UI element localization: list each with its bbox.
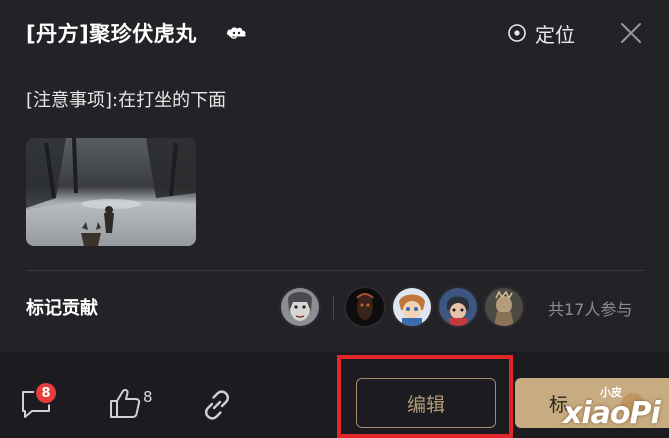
locate-pin-icon [508, 24, 526, 42]
link-icon[interactable] [200, 388, 234, 422]
locate-label: 定位 [535, 22, 575, 47]
screenshot-thumbnail[interactable] [26, 138, 196, 246]
avatar[interactable] [439, 288, 477, 326]
avatar[interactable] [281, 288, 319, 326]
avatar[interactable] [485, 288, 523, 326]
like-count: 8 [143, 388, 153, 406]
cloud-icon [226, 27, 246, 39]
comment-count-badge: 8 [36, 383, 56, 403]
avatar-separator [333, 295, 334, 319]
locate-button[interactable]: 定位 [507, 18, 575, 48]
watermark-large-text: xiaoPi [563, 396, 661, 431]
edit-button[interactable]: 编辑 [356, 378, 496, 428]
close-icon[interactable] [620, 22, 642, 44]
avatar[interactable] [346, 288, 384, 326]
thumbs-up-icon[interactable] [108, 386, 142, 420]
marker-note: [注意事项]:在打坐的下面 [26, 90, 227, 111]
participant-count: 共17人参与 [548, 300, 633, 319]
section-divider [26, 270, 645, 271]
avatar[interactable] [393, 288, 431, 326]
contributors-label: 标记贡献 [26, 298, 98, 319]
marker-title: [丹方]聚珍伏虎丸 [26, 22, 197, 46]
